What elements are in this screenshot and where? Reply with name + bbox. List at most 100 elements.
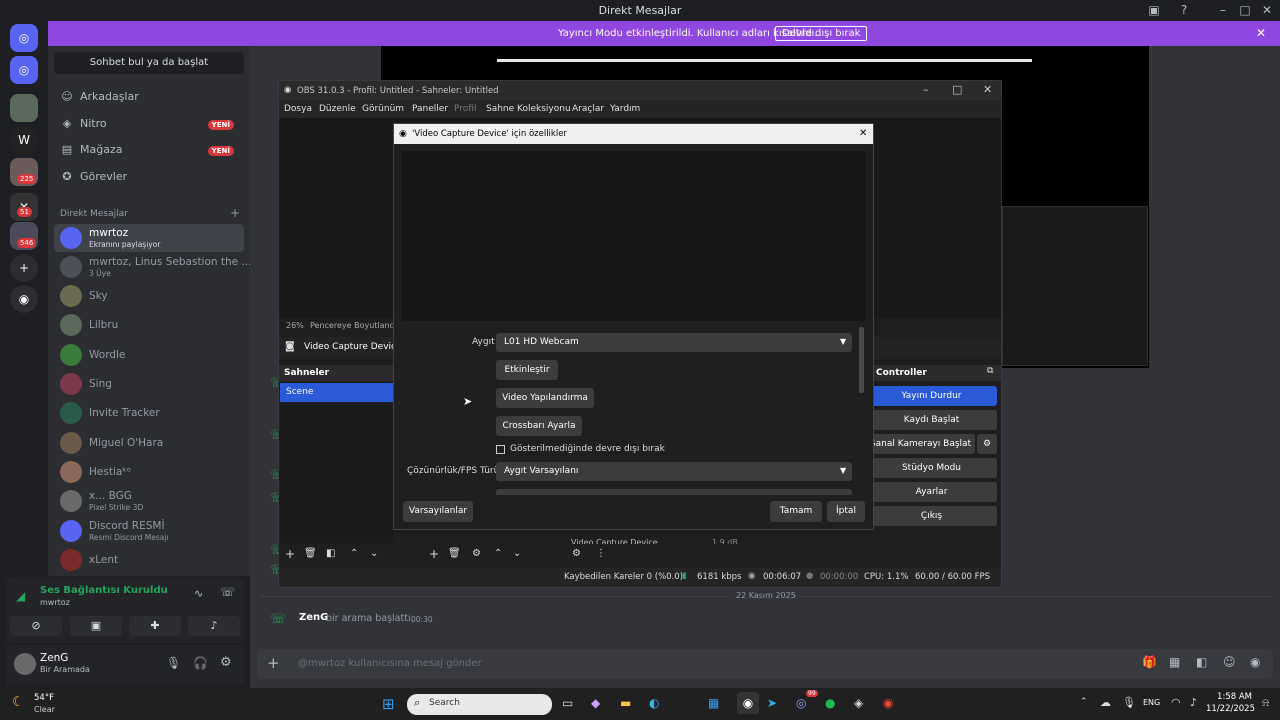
dm-item[interactable]: Sing (54, 370, 244, 398)
move-down-icon[interactable]: ⌄ (513, 548, 521, 559)
activities-button[interactable]: ✚ (129, 616, 181, 636)
settings-button[interactable]: Ayarlar (866, 482, 997, 502)
discord-taskbar-icon[interactable]: ◎ (796, 696, 806, 710)
add-source-icon[interactable]: + (429, 547, 439, 561)
menu-item[interactable]: Sahne Koleksiyonu (486, 104, 571, 114)
disable-streamer-mode-button[interactable]: Devre dışı bırak (775, 26, 868, 41)
remove-scene-icon[interactable]: 🗑 (304, 548, 317, 559)
message-input[interactable]: @mwrtoz kullanıcısına mesaj gönder (298, 658, 482, 669)
stop-streaming-button[interactable]: Yayını Durdur (866, 386, 997, 406)
dm-item[interactable]: Discord RESMİ Resmi Discord Mesajı (54, 517, 244, 545)
source-properties-icon[interactable]: ⚙ (472, 548, 481, 559)
notification-bell-icon[interactable]: ⍾ (1262, 696, 1269, 710)
discover-icon[interactable]: ◉ (10, 285, 38, 313)
server-w-icon[interactable]: W (10, 126, 38, 154)
dm-item[interactable]: Miguel O'Hara (54, 429, 244, 457)
home-discord-icon[interactable]: ◎ (10, 24, 38, 52)
resolution-select[interactable]: Aygıt Varsayılanı (496, 462, 852, 481)
cancel-button[interactable]: İptal (827, 501, 865, 522)
exit-button[interactable]: Çıkış (866, 506, 997, 526)
copilot-icon[interactable]: ◆ (591, 696, 600, 710)
add-server-icon[interactable]: + (10, 254, 38, 282)
discord-server-icon[interactable]: ◎ (10, 56, 38, 84)
steam-icon[interactable]: ◈ (854, 696, 863, 710)
crossbar-button[interactable]: Crossbarı Ayarla (496, 416, 582, 436)
tray-icon[interactable]: ☁ (1100, 696, 1111, 709)
remove-source-icon[interactable]: 🗑 (448, 548, 461, 559)
spotify-icon[interactable]: ● (825, 696, 835, 710)
dm-item[interactable]: mwrtoz, Linus Sebastion the ... 3 Üye (54, 253, 251, 281)
find-conversation-input[interactable]: Sohbet bul ya da başlat (54, 52, 244, 74)
add-scene-icon[interactable]: + (285, 547, 295, 561)
store-icon[interactable]: ▦ (708, 696, 719, 710)
disconnect-icon[interactable]: ☏ (220, 585, 235, 599)
wifi-icon[interactable]: ◠ (1171, 696, 1181, 709)
windows-start-icon[interactable]: ⊞ (382, 695, 395, 713)
scene-filters-icon[interactable]: ◧ (326, 548, 335, 559)
menu-item[interactable]: Dosya (284, 104, 312, 114)
start-virtual-camera-button[interactable]: Sanal Kamerayı Başlat (866, 434, 975, 454)
maximize-button[interactable]: □ (1236, 2, 1254, 18)
inbox-icon[interactable]: ▣ (1145, 2, 1163, 18)
deactivate-checkbox[interactable] (496, 445, 505, 454)
gif-icon[interactable]: ▦ (1169, 655, 1180, 669)
obs-minimize-button[interactable]: – (923, 83, 929, 96)
camera-off-button[interactable]: ⊘ (10, 616, 62, 636)
scrollbar[interactable] (859, 327, 864, 393)
mixer-settings-icon[interactable]: ⚙ (572, 548, 581, 559)
menu-item[interactable]: Görünüm (362, 104, 404, 114)
virtual-camera-settings-icon[interactable]: ⚙ (977, 434, 997, 454)
file-explorer-icon[interactable]: ▬ (620, 696, 631, 710)
clock-date[interactable]: 11/22/2025 (1206, 704, 1255, 714)
dm-item[interactable]: xLent (54, 546, 244, 574)
menu-item[interactable]: Araçlar (572, 104, 604, 114)
menu-item[interactable]: Düzenle (319, 104, 356, 114)
obs-close-button[interactable]: ✕ (983, 83, 992, 96)
minimize-button[interactable]: – (1214, 2, 1232, 18)
nav-friends[interactable]: ☺ Arkadaşlar (60, 90, 240, 112)
voice-channel[interactable]: mwrtoz (40, 598, 70, 607)
device-select[interactable]: L01 HD Webcam (496, 333, 852, 352)
dm-item[interactable]: Sky (54, 282, 244, 310)
weather-temp[interactable]: 54°F (34, 693, 54, 703)
dm-item[interactable]: Invite Tracker (54, 399, 244, 427)
settings-gear-icon[interactable]: ⚙ (220, 655, 232, 670)
move-up-icon[interactable]: ⌃ (494, 548, 502, 559)
language-indicator[interactable]: ENG (1143, 698, 1160, 707)
sticker-icon[interactable]: ◧ (1196, 655, 1207, 669)
screen-share-button[interactable]: ▣ (70, 616, 122, 636)
nav-shop[interactable]: ▤ Mağaza YENİ (60, 143, 240, 165)
call-user[interactable]: ZenG (299, 612, 328, 623)
start-recording-button[interactable]: Kaydı Başlat (866, 410, 997, 430)
scene-item[interactable]: Scene (280, 383, 394, 402)
headphones-icon[interactable]: 🎧 (193, 656, 208, 670)
attach-plus-icon[interactable]: + (267, 654, 280, 672)
move-up-icon[interactable]: ⌃ (350, 548, 358, 559)
volume-icon[interactable]: ♪ (1190, 696, 1197, 709)
dm-item[interactable]: Wordle (54, 341, 244, 369)
tray-mic-icon[interactable]: 🎙 (1122, 696, 1136, 709)
move-down-icon[interactable]: ⌄ (370, 548, 378, 559)
apps-icon[interactable]: ◉ (1250, 655, 1260, 669)
dm-item[interactable]: Lilbru (54, 311, 244, 339)
ok-button[interactable]: Tamam (770, 501, 822, 522)
help-icon[interactable]: ? (1175, 2, 1193, 18)
edge-icon[interactable]: ◐ (649, 696, 659, 710)
obs-maximize-button[interactable]: □ (952, 83, 962, 96)
dm-item[interactable]: x... BGG Pixel Strike 3D (54, 487, 244, 515)
clock-time[interactable]: 1:58 AM (1214, 692, 1252, 702)
gift-icon[interactable]: 🎁 (1142, 655, 1157, 669)
menu-item[interactable]: Profil (454, 104, 476, 114)
nav-quests[interactable]: ✪ Görevler (60, 170, 240, 192)
nav-nitro[interactable]: ◈ Nitro YENİ (60, 117, 240, 139)
weather-desc[interactable]: Clear (34, 705, 55, 714)
close-button[interactable]: ✕ (1258, 2, 1276, 18)
server-icon[interactable] (10, 94, 38, 122)
obs-taskbar-icon[interactable]: ◉ (737, 692, 759, 714)
new-dm-icon[interactable]: + (230, 206, 240, 220)
dm-item[interactable]: Hestiaᵏᵒ (54, 458, 244, 486)
emoji-icon[interactable]: ☺ (1223, 655, 1236, 669)
chrome-icon[interactable]: ◉ (883, 696, 893, 710)
undock-icon[interactable]: ⧉ (987, 366, 993, 376)
dialog-close-button[interactable]: ✕ (859, 124, 867, 144)
